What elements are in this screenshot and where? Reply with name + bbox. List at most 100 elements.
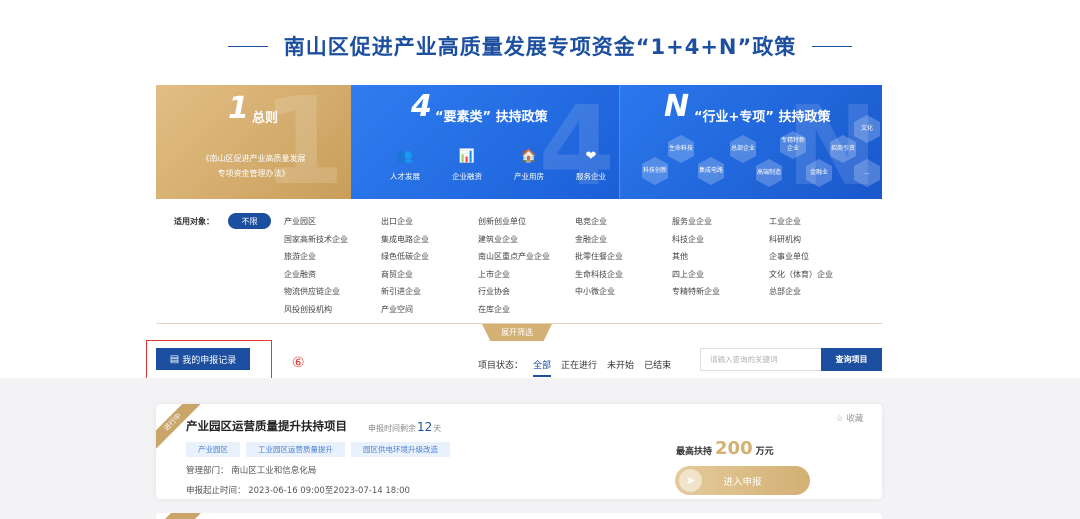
paper-plane-icon: ➤ <box>679 469 702 492</box>
banner-factor-policies[interactable]: 4 4 “要素类” 扶持政策 👥 人才发展 📊 企业融资 🏠 产业用房 ❤ 服务… <box>351 85 619 199</box>
banner-factor-label: “要素类” 扶持政策 <box>435 110 548 125</box>
status-tab-ended[interactable]: 已结束 <box>644 358 671 371</box>
status-label: 项目状态： <box>478 361 524 371</box>
deadline-days: 12 <box>417 420 433 434</box>
search-input[interactable] <box>700 348 822 371</box>
filter-tag[interactable]: 电竞企业 <box>575 213 672 231</box>
filter-all-button[interactable]: 不限 <box>228 213 271 229</box>
banner-general-desc-line1: 《南山区促进产业高质量发展 <box>201 154 306 163</box>
banner-industry-number: N <box>664 89 690 124</box>
record-list-icon: ▤ <box>169 353 180 365</box>
filter-label: 适用对象： <box>174 217 214 226</box>
banner-factor-ghost-number: 4 <box>538 85 615 199</box>
banner-general-rules[interactable]: 1 1 总则 《南山区促进产业高质量发展 专项资金管理办法》 <box>156 85 351 199</box>
deadline-suffix: 天 <box>433 424 442 433</box>
status-tab-ongoing[interactable]: 正在进行 <box>561 358 597 371</box>
favorite-button[interactable]: ☆ 收藏 <box>836 412 863 424</box>
filter-tag[interactable]: 商贸企业 <box>381 266 478 284</box>
filter-tag[interactable]: 行业协会 <box>478 283 575 301</box>
filter-tag[interactable]: 其他 <box>672 248 769 266</box>
factor-item-label: 产业用房 <box>514 172 544 181</box>
filter-tag[interactable]: 风投创投机构 <box>284 301 381 319</box>
filter-tag[interactable]: 新引进企业 <box>381 283 478 301</box>
filter-tag[interactable]: 南山区重点产业企业 <box>478 248 575 266</box>
title-divider-left <box>227 45 268 47</box>
filter-tag[interactable]: 服务业企业 <box>672 213 769 231</box>
page-header: 南山区促进产业高质量发展专项资金“1+4+N”政策 <box>0 30 1080 62</box>
filter-tag[interactable]: 建筑业企业 <box>478 231 575 249</box>
filter-tag[interactable]: 旅游企业 <box>284 248 381 266</box>
banner-general-desc-line2: 专项资金管理办法》 <box>217 169 290 178</box>
apply-button[interactable]: ➤ 进入申报 <box>675 466 810 495</box>
project-tag: 产业园区 <box>186 442 240 457</box>
my-records-button[interactable]: ▤ 我的申报记录 <box>156 348 250 370</box>
search-button[interactable]: 查询项目 <box>821 348 882 371</box>
project-tag: 工业园区运营质量提升 <box>246 442 345 457</box>
project-tags: 产业园区 工业园区运营质量提升 园区供电环境升级改造 <box>186 442 450 457</box>
filter-tag[interactable]: 科技企业 <box>672 231 769 249</box>
factor-item-service[interactable]: ❤ 服务企业 <box>565 149 617 182</box>
filter-tag[interactable]: 物流供应链企业 <box>284 283 381 301</box>
project-date-range: 申报起止时间： 2023-06-16 09:00至2023-07-14 18:0… <box>186 486 410 496</box>
banner-general-desc: 《南山区促进产业高质量发展 专项资金管理办法》 <box>156 151 351 181</box>
hex-tech-innovation[interactable]: 科技创新 <box>642 157 668 185</box>
filter-tag[interactable]: 在库企业 <box>478 301 575 319</box>
project-department: 管理部门： 南山区工业和信息化局 <box>186 466 317 476</box>
hex-life-tech[interactable]: 生命科技 <box>668 135 694 163</box>
factor-policy-list: 👥 人才发展 📊 企业融资 🏠 产业用房 ❤ 服务企业 <box>379 149 617 182</box>
filter-tag[interactable]: 产业园区 <box>284 213 381 231</box>
factor-item-financing[interactable]: 📊 企业融资 <box>441 149 493 182</box>
factor-item-talent[interactable]: 👥 人才发展 <box>379 149 431 182</box>
factor-item-label: 服务企业 <box>576 172 606 181</box>
project-card-next[interactable] <box>156 513 882 519</box>
filter-tag[interactable]: 企事业单位 <box>769 248 866 266</box>
filter-tag[interactable]: 总部企业 <box>769 283 866 301</box>
filter-tag[interactable]: 创新创业单位 <box>478 213 575 231</box>
factor-item-housing[interactable]: 🏠 产业用房 <box>503 149 555 182</box>
filter-tag[interactable]: 出口企业 <box>381 213 478 231</box>
project-card[interactable]: 进行中 产业园区运营质量提升扶持项目 申报时间剩余12天 产业园区 工业园区运营… <box>156 404 882 499</box>
filter-tag[interactable]: 金融企业 <box>575 231 672 249</box>
expand-filter-button[interactable]: 展开筛选 <box>482 324 552 341</box>
apply-label: 进入申报 <box>723 476 762 488</box>
filter-tag[interactable]: 国家高新技术企业 <box>284 231 381 249</box>
status-tab-not-started[interactable]: 未开始 <box>607 358 634 371</box>
max-support-amount: 200 <box>715 438 753 459</box>
status-tab-all[interactable]: 全部 <box>533 358 552 377</box>
max-support-prefix: 最高扶持 <box>676 447 713 457</box>
project-deadline: 申报时间剩余12天 <box>368 420 441 434</box>
banner-factor-number: 4 <box>411 89 432 124</box>
filter-tag[interactable]: 中小微企业 <box>575 283 672 301</box>
filter-tag[interactable]: 产业空间 <box>381 301 478 319</box>
hex-ic[interactable]: 集成电路 <box>698 157 724 185</box>
filter-tag[interactable]: 文化（体育）企业 <box>769 266 866 284</box>
deadline-prefix: 申报时间剩余 <box>368 424 416 433</box>
banner-general-label: 总则 <box>252 111 279 126</box>
annotation-number: ⑥ <box>292 355 305 371</box>
banner-industry-label: “行业+专项” 扶持政策 <box>694 110 831 125</box>
factor-item-label: 企业融资 <box>452 172 482 181</box>
filter-tag[interactable]: 企业融资 <box>284 266 381 284</box>
filter-tag[interactable]: 生命科技企业 <box>575 266 672 284</box>
my-records-label: 我的申报记录 <box>182 355 237 366</box>
max-support: 最高扶持 200 万元 <box>676 438 774 459</box>
filter-tag[interactable]: 专精特新企业 <box>672 283 769 301</box>
finance-chart-icon: 📊 <box>458 149 476 164</box>
filter-tag[interactable]: 工业企业 <box>769 213 866 231</box>
house-icon: 🏠 <box>520 149 538 164</box>
filter-tag[interactable]: 科研机构 <box>769 231 866 249</box>
filter-tag[interactable]: 四上企业 <box>672 266 769 284</box>
banner-general-ghost-number: 1 <box>261 85 346 199</box>
filter-tag[interactable]: 上市企业 <box>478 266 575 284</box>
filter-tag[interactable]: 绿色低碳企业 <box>381 248 478 266</box>
filter-tag[interactable]: 集成电路企业 <box>381 231 478 249</box>
hex-hq[interactable]: 总部企业 <box>730 135 756 163</box>
max-support-unit: 万元 <box>755 447 774 457</box>
page-title: 南山区促进产业高质量发展专项资金“1+4+N”政策 <box>283 35 797 59</box>
project-title[interactable]: 产业园区运营质量提升扶持项目 <box>186 418 347 434</box>
hex-manufacturing[interactable]: 高端制造 <box>756 159 782 187</box>
factor-item-label: 人才发展 <box>390 172 420 181</box>
project-tag: 园区供电环境升级改造 <box>351 442 450 457</box>
filter-tag[interactable]: 批零住餐企业 <box>575 248 672 266</box>
banner-industry-policies[interactable]: N N “行业+专项” 扶持政策 科技创新 生命科技 集成电路 总部企业 高端制… <box>619 85 882 199</box>
